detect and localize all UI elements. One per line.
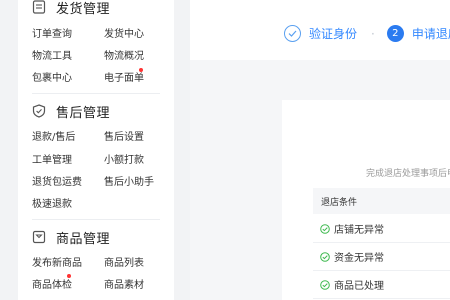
condition-label: 商品已处理 [334, 281, 384, 292]
divider [32, 93, 160, 94]
condition-label: 店铺无异常 [334, 225, 384, 236]
step-1-label: 验证身份 [309, 27, 358, 41]
box-icon [32, 230, 46, 244]
sidebar-item-express-refund[interactable]: 极速退款 [32, 195, 72, 210]
sidebar-item-shipping-center[interactable]: 发货中心 [104, 25, 144, 40]
column-header-condition: 退店条件 [321, 197, 358, 208]
section-shipping[interactable]: 发货管理 [32, 0, 110, 17]
section-title: 发货管理 [56, 1, 111, 17]
step-complete-icon [284, 25, 301, 42]
sidebar: 发货管理 订单查询 发货中心 物流工具 物流概况 包裹中心 电子面单 售后管理 … [18, 0, 174, 300]
table-row: 资金无异常 [313, 243, 450, 271]
table-row: 店铺无异常 [313, 215, 450, 243]
check-circle-icon [320, 279, 330, 290]
hint-text: 完成退店处理事项后申请 [366, 169, 450, 179]
shield-check-icon [32, 104, 46, 118]
sidebar-item-package-center[interactable]: 包裹中心 [32, 69, 72, 84]
sidebar-item-logistics-tools[interactable]: 物流工具 [32, 47, 72, 62]
sidebar-item-return-shipping[interactable]: 退货包运费 [32, 173, 82, 188]
condition-label: 资金无异常 [334, 253, 384, 264]
table-header: 退店条件 [313, 188, 450, 214]
sidebar-item-publish-product[interactable]: 发布新商品 [32, 254, 82, 269]
step-indicator: 验证身份 · 2 申请退店 [284, 25, 450, 42]
sidebar-item-order-query[interactable]: 订单查询 [32, 25, 72, 40]
step-2-label: 申请退店 [411, 27, 450, 41]
sidebar-item-product-list[interactable]: 商品列表 [104, 254, 144, 269]
check-icon [288, 30, 297, 37]
sidebar-item-small-payment[interactable]: 小额打款 [104, 151, 144, 166]
notification-dot [139, 68, 143, 72]
section-title: 商品管理 [56, 231, 111, 247]
check-circle-icon [320, 223, 330, 234]
sidebar-item-e-waybill[interactable]: 电子面单 [104, 69, 144, 84]
sidebar-item-ticket-management[interactable]: 工单管理 [32, 151, 72, 166]
divider [32, 219, 160, 220]
check-circle-icon [320, 251, 330, 262]
sidebar-item-logistics-overview[interactable]: 物流概况 [104, 47, 144, 62]
step-separator: · [371, 26, 375, 41]
sidebar-item-after-sales-assistant[interactable]: 售后小助手 [104, 173, 154, 188]
sidebar-item-refund[interactable]: 退款/售后 [32, 128, 75, 143]
document-icon [32, 0, 46, 14]
section-after-sales[interactable]: 售后管理 [32, 101, 110, 121]
notification-dot [67, 274, 71, 278]
step-2-number: 2 [386, 25, 404, 42]
sidebar-item-after-sales-settings[interactable]: 售后设置 [104, 128, 144, 143]
section-products[interactable]: 商品管理 [32, 227, 110, 247]
table-row: 商品已处理 [313, 271, 450, 299]
sidebar-item-product-materials[interactable]: 商品素材 [104, 276, 144, 291]
sidebar-item-product-check[interactable]: 商品体检 [32, 276, 72, 291]
section-title: 售后管理 [56, 105, 111, 121]
